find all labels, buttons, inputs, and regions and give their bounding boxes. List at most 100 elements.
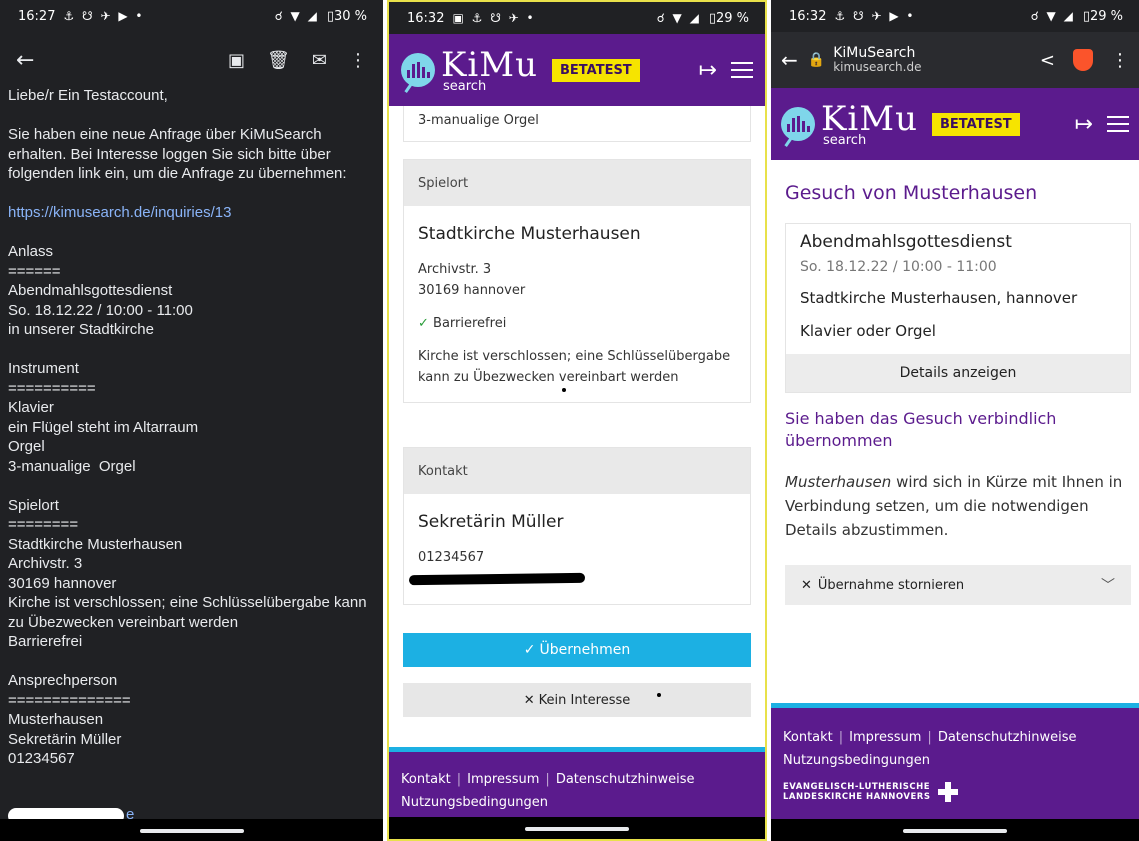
back-arrow-icon[interactable]: ← <box>16 48 34 73</box>
email-line: 30169 hannover <box>8 574 117 592</box>
email-line: Spielort <box>8 496 59 514</box>
email-line: Barrierefrei <box>8 633 83 650</box>
info-org: Musterhausen <box>785 473 892 491</box>
notification-icons: ▣ ⚓ ☋ ✈ • <box>452 11 536 25</box>
email-line: in unserer Stadtkirche <box>8 321 154 338</box>
footer-link-kontakt[interactable]: Kontakt <box>783 730 833 745</box>
cross-icon <box>938 782 959 802</box>
accessible-row: ✓ Barrierefrei <box>418 313 736 334</box>
email-line: ============== <box>8 691 131 709</box>
back-arrow-icon[interactable]: ← <box>781 48 798 72</box>
email-toolbar: ← ▣ 🗑 ✉ ⋮ <box>0 32 383 88</box>
reject-button[interactable]: ✕ Kein Interesse <box>403 683 751 717</box>
battery-level: ▯30 % <box>326 8 367 24</box>
email-line <box>8 340 369 360</box>
email-line <box>8 106 369 126</box>
system-nav-bar <box>0 819 383 841</box>
brand-name: KiMu <box>821 98 918 139</box>
brave-shield-icon[interactable] <box>1073 49 1093 71</box>
magnifier-logo-icon <box>401 53 435 87</box>
home-gesture-pill[interactable] <box>903 829 1007 833</box>
status-time: 16:32 <box>789 8 827 24</box>
email-line: ======== <box>8 516 79 533</box>
email-line: Klavier <box>8 399 54 416</box>
mail-icon[interactable]: ✉ <box>312 50 327 71</box>
page-title: Gesuch von Musterhausen <box>785 182 1038 204</box>
email-line: Anlass <box>8 243 54 260</box>
accept-button[interactable]: ✓ Übernehmen <box>403 633 751 667</box>
info-text: Musterhausen wird sich in Kürze mit Ihne… <box>785 470 1131 542</box>
cancel-label: Übernahme stornieren <box>817 577 965 593</box>
accessible-label: Barrierefrei <box>433 316 507 331</box>
church-logo[interactable]: EVANGELISCH-LUTHERISCHE LANDESKIRCHE HANN… <box>783 782 1127 802</box>
email-line: Orgel <box>8 438 45 455</box>
battery-level: ▯29 % <box>708 10 749 26</box>
email-line: Archivstr. 3 <box>8 555 83 572</box>
email-line: Liebe/r Ein Testaccount, <box>8 87 168 104</box>
magnifier-logo-icon <box>781 107 815 141</box>
lock-icon[interactable]: 🔒 <box>808 52 825 68</box>
site-footer: Kontakt | Impressum | Datenschutzhinweise Nu… <box>771 708 1139 820</box>
email-body: Liebe/r Ein Testaccount, Sie haben eine … <box>8 86 369 769</box>
venue-name: Stadtkirche Musterhausen <box>418 224 641 244</box>
email-line <box>8 652 369 672</box>
chevron-down-icon: ﹀ <box>1101 578 1115 594</box>
notification-icons: ⚓ ☋ ✈ ▶ • <box>834 9 916 23</box>
kimu-logo[interactable]: KiMu search <box>401 48 538 93</box>
footer-link-nutzung[interactable]: Nutzungsbedingungen <box>401 791 753 814</box>
email-screen: 16:27 ⚓ ☋ ✈ ▶ • ☌ ▼ ◢ ▯30 % ← ▣ 🗑 ✉ ⋮ Lieb… <box>0 0 383 841</box>
address-bar[interactable]: KiMuSearch kimusearch.de <box>833 44 921 75</box>
status-bar: 16:32 ▣ ⚓ ☋ ✈ • ☌ ▼ ◢ ▯29 % <box>389 2 765 34</box>
kimu-logo[interactable]: KiMu search <box>781 102 918 147</box>
status-time: 16:32 <box>407 10 445 26</box>
venue-city: 30169 hannover <box>418 283 526 298</box>
email-line: 01234567 <box>8 750 75 767</box>
status-time: 16:27 <box>18 8 56 24</box>
home-gesture-pill[interactable] <box>139 829 244 833</box>
footer-link-nutzung[interactable]: Nutzungsbedingungen <box>783 749 1127 772</box>
notification-icons: ⚓ ☋ ✈ ▶ • <box>63 9 145 23</box>
menu-icon[interactable] <box>1107 116 1129 132</box>
inquiry-detail-screen: 16:32 ▣ ⚓ ☋ ✈ • ☌ ▼ ◢ ▯29 % KiMu search BET… <box>387 0 767 841</box>
email-line <box>8 476 369 496</box>
details-button[interactable]: Details anzeigen <box>786 354 1130 392</box>
email-line: Instrument <box>8 360 79 377</box>
request-datetime: So. 18.12.22 / 10:00 - 11:00 <box>800 259 997 275</box>
trash-icon[interactable]: 🗑 <box>267 50 290 71</box>
contact-header: Kontakt <box>404 448 750 494</box>
venue-card: Spielort Stadtkirche Musterhausen Archiv… <box>403 159 751 403</box>
page-tab-title: KiMuSearch <box>833 44 916 61</box>
email-line: Sie haben eine neue Anfrage über KiMuSea… <box>8 126 347 182</box>
logout-icon[interactable]: ↦ <box>699 58 717 83</box>
logout-icon[interactable]: ↦ <box>1075 112 1093 137</box>
brand-sub: search <box>823 132 867 148</box>
touch-indicator <box>562 388 566 392</box>
home-gesture-pill[interactable] <box>525 827 629 831</box>
archive-icon[interactable]: ▣ <box>228 50 245 71</box>
more-vert-icon[interactable]: ⋮ <box>1111 50 1129 71</box>
system-nav-bar <box>771 819 1139 841</box>
contact-name: Sekretärin Müller <box>418 512 564 532</box>
touch-indicator <box>657 693 661 697</box>
beta-badge: BETATEST <box>932 112 1020 136</box>
cancel-takeover-toggle[interactable]: ✕ Übernahme stornieren ﹀ <box>785 565 1131 605</box>
more-vert-icon[interactable]: ⋮ <box>349 50 367 71</box>
footer-link-impressum[interactable]: Impressum <box>467 772 539 787</box>
email-line: Ansprechperson <box>8 672 118 689</box>
confirmed-heading: Sie haben das Gesuch verbindlich übernom… <box>785 409 1057 450</box>
site-header: KiMu search BETATEST ↦ <box>771 88 1139 160</box>
menu-icon[interactable] <box>731 62 753 78</box>
venue-street: Archivstr. 3 <box>418 262 492 277</box>
footer-link-impressum[interactable]: Impressum <box>849 730 921 745</box>
email-link[interactable]: https://kimusearch.de/inquiries/13 <box>8 203 369 223</box>
request-card: Abendmahlsgottesdienst So. 18.12.22 / 10… <box>785 223 1131 393</box>
footer-link-kontakt[interactable]: Kontakt <box>401 772 451 787</box>
email-line: ========== <box>8 379 96 397</box>
footer-link-datenschutz[interactable]: Datenschutzhinweise <box>556 772 695 787</box>
confirmation-screen: 16:32 ⚓ ☋ ✈ ▶ • ☌ ▼ ◢ ▯29 % ← 🔒 KiMuSearch… <box>771 0 1139 841</box>
request-event: Abendmahlsgottesdienst <box>800 232 1012 252</box>
footer-link-datenschutz[interactable]: Datenschutzhinweise <box>938 730 1077 745</box>
share-icon[interactable]: < <box>1040 50 1055 71</box>
brand-sub: search <box>443 78 487 94</box>
email-line: ====== <box>8 262 61 280</box>
